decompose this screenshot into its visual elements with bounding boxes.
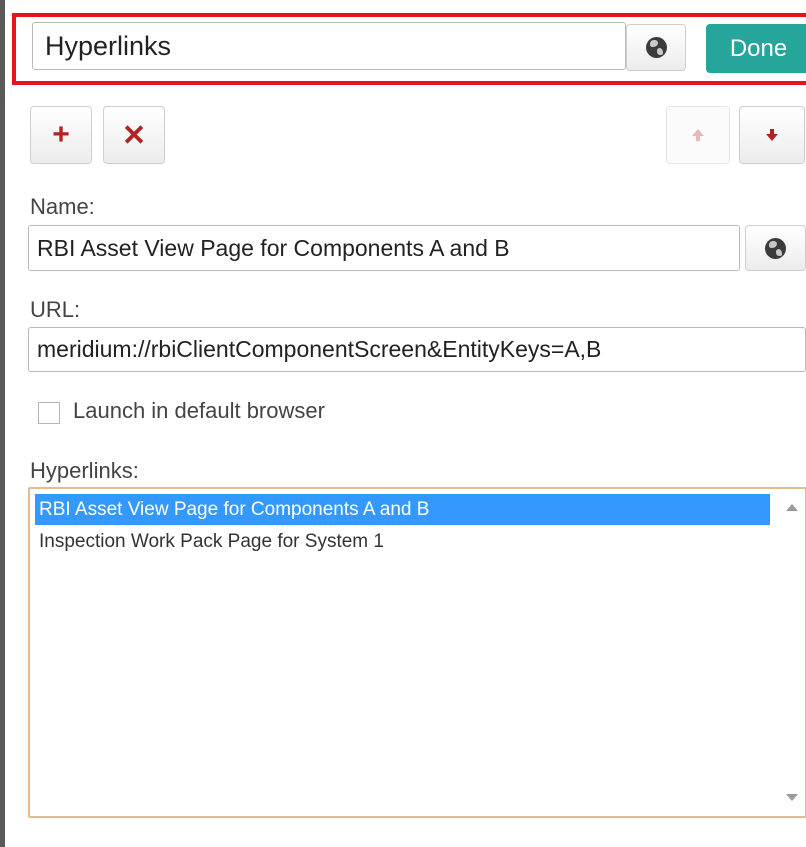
name-translate-button[interactable] xyxy=(745,225,806,271)
close-icon: ✕ xyxy=(121,119,147,152)
arrow-up-icon xyxy=(692,129,704,141)
title-translate-button[interactable] xyxy=(626,24,686,71)
url-label: URL: xyxy=(30,297,81,322)
globe-icon xyxy=(645,37,667,58)
remove-button[interactable]: ✕ xyxy=(103,106,165,164)
move-down-button[interactable] xyxy=(739,106,805,164)
name-field[interactable]: RBI Asset View Page for Components A and… xyxy=(28,225,740,271)
move-up-button[interactable] xyxy=(666,106,730,164)
plus-icon: + xyxy=(52,118,70,151)
launch-default-browser-label: Launch in default browser xyxy=(73,398,325,423)
done-button[interactable]: Done xyxy=(706,24,806,73)
hyperlinks-label: Hyperlinks: xyxy=(30,458,139,483)
url-field[interactable]: meridium://rbiClientComponentScreen&Enti… xyxy=(28,327,806,372)
list-item[interactable]: RBI Asset View Page for Components A and… xyxy=(35,494,770,525)
launch-default-browser-checkbox[interactable] xyxy=(38,402,60,424)
add-button[interactable]: + xyxy=(30,106,92,164)
arrow-down-icon xyxy=(766,129,778,141)
list-item[interactable]: Inspection Work Pack Page for System 1 xyxy=(35,526,770,557)
globe-icon xyxy=(765,237,786,259)
scroll-down-icon[interactable] xyxy=(786,794,798,801)
hyperlinks-listbox[interactable]: RBI Asset View Page for Components A and… xyxy=(28,487,806,818)
name-label: Name: xyxy=(30,194,95,219)
scroll-up-icon[interactable] xyxy=(786,504,798,511)
title-input[interactable]: Hyperlinks xyxy=(32,22,626,70)
hyperlinks-panel: Hyperlinks Done + ✕ Name: RBI Asset View… xyxy=(0,0,806,847)
